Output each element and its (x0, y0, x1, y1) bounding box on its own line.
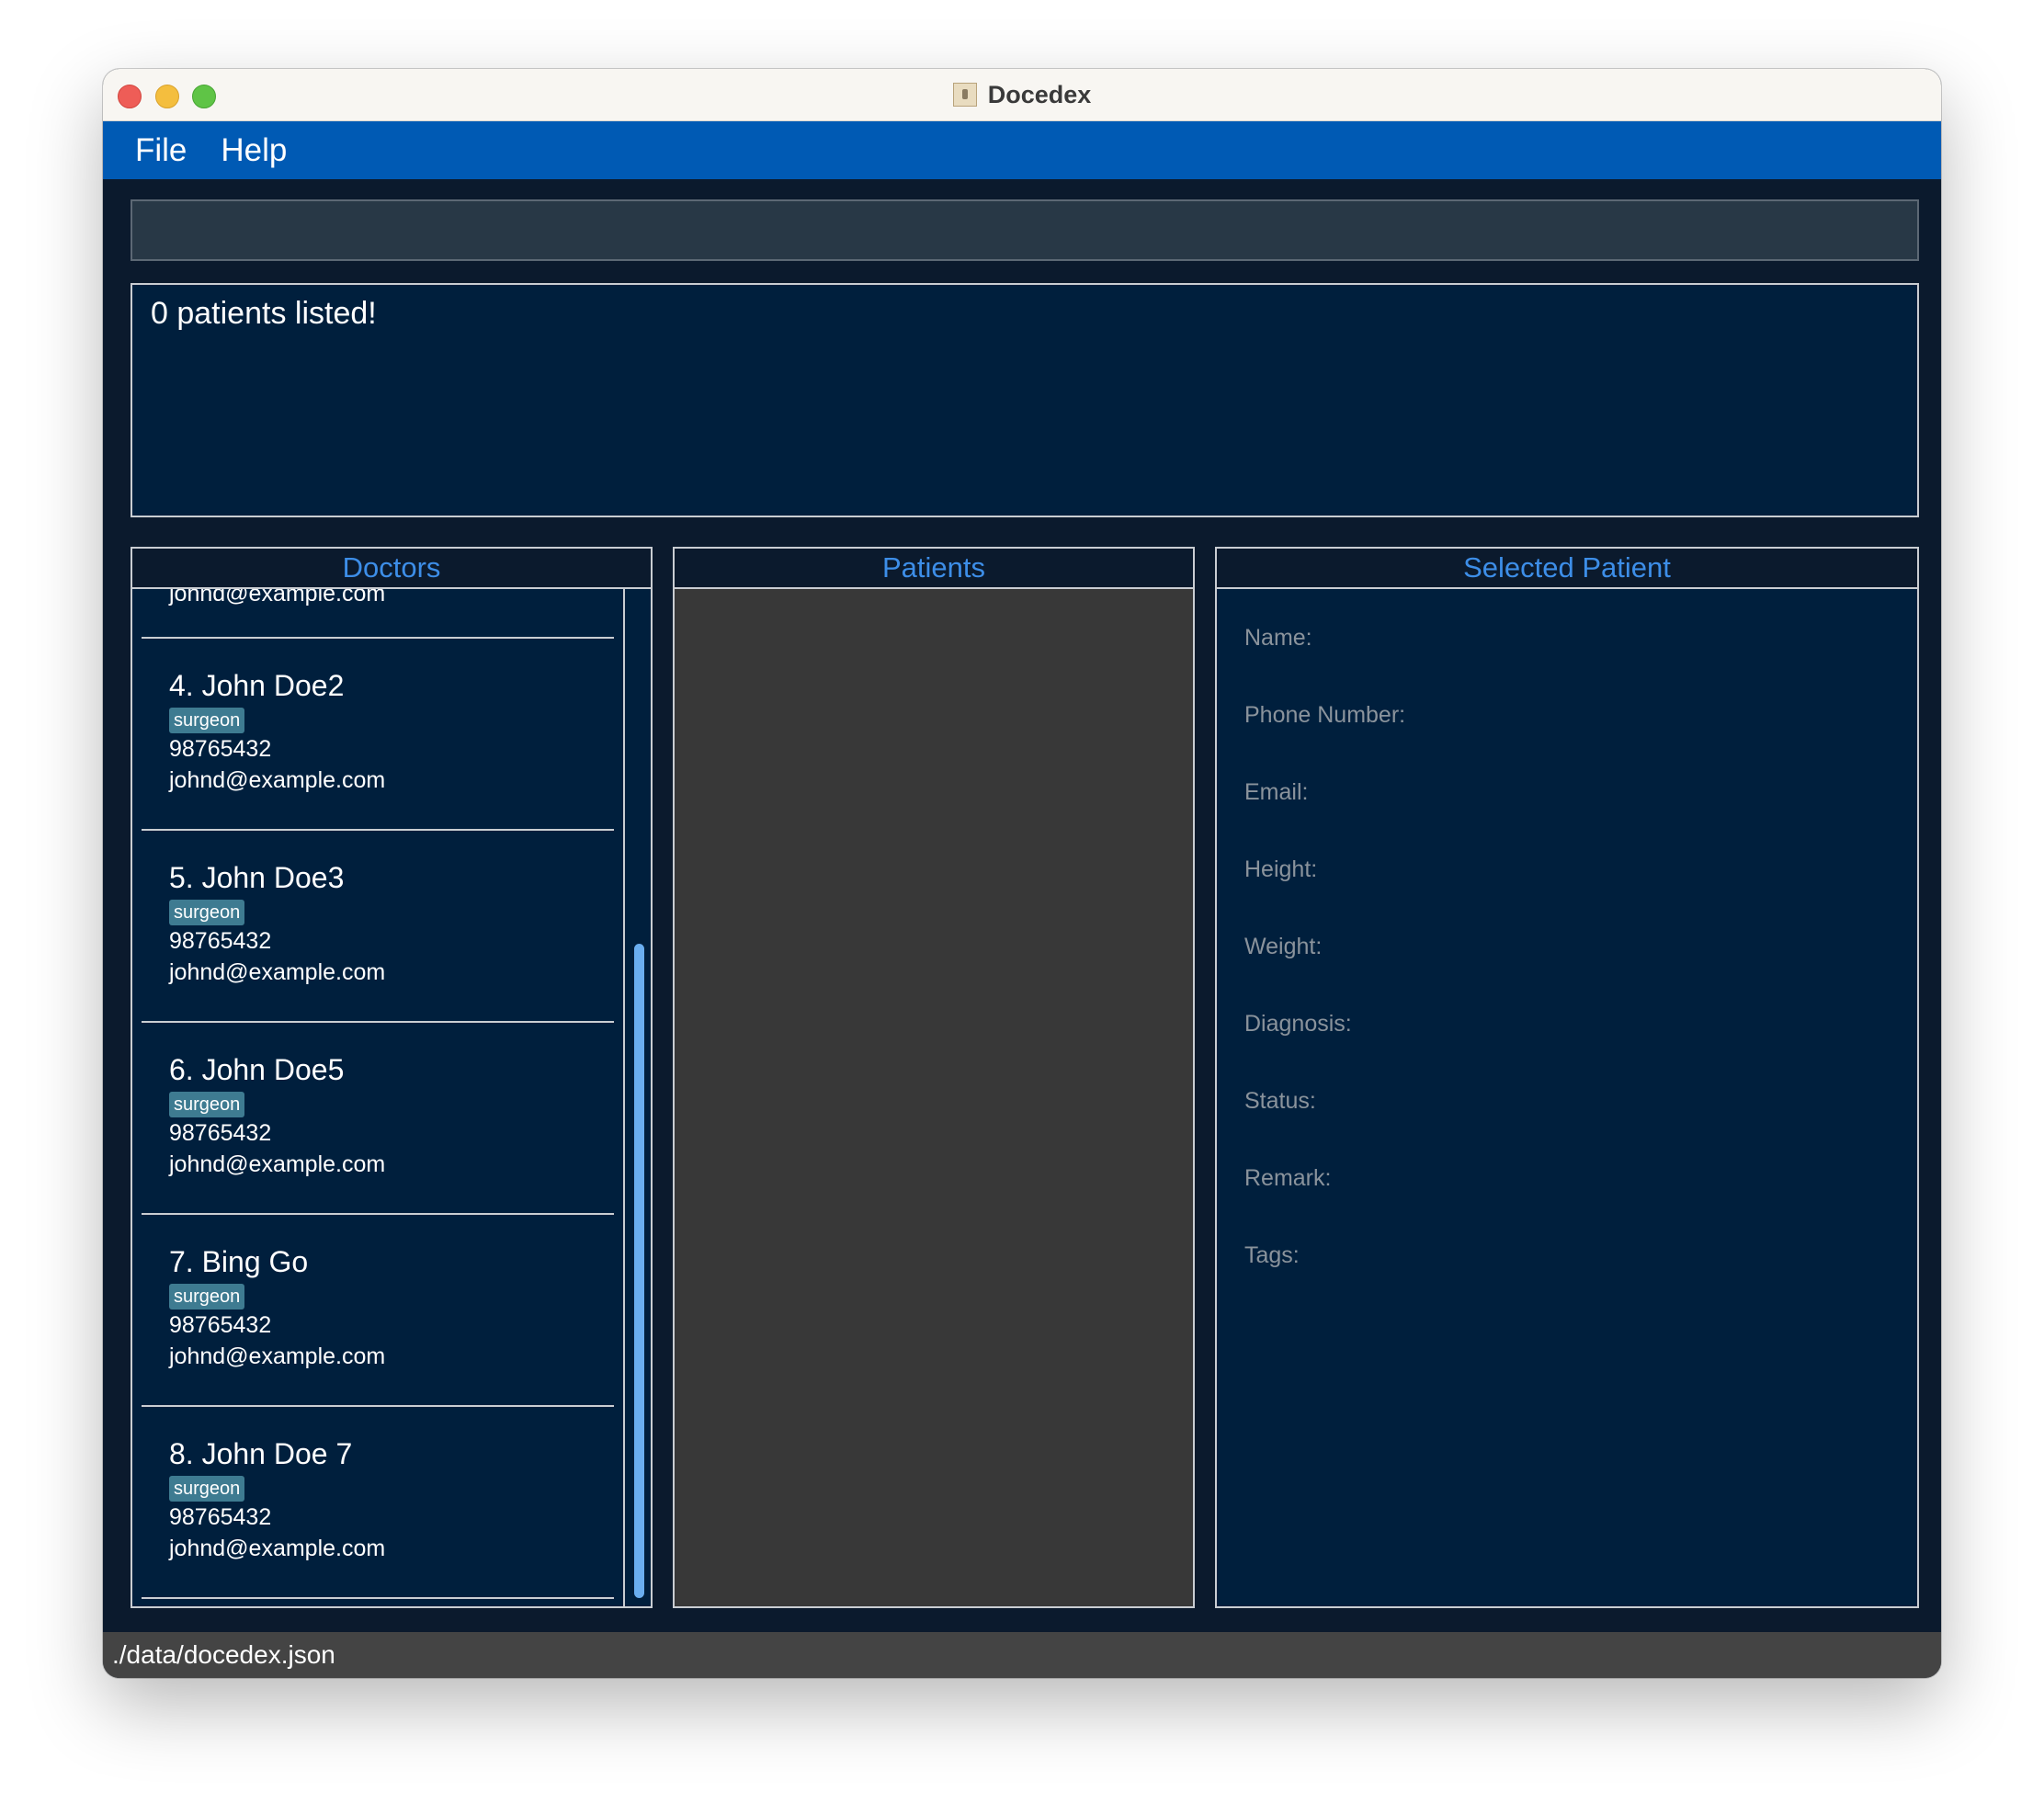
doctor-email: johnd@example.com (169, 767, 386, 793)
doctors-header: Doctors (132, 549, 651, 589)
result-message: 0 patients listed! (151, 296, 377, 331)
menu-help[interactable]: Help (221, 132, 287, 169)
doctor-tag: surgeon (169, 708, 245, 733)
main-content: 0 patients listed! Doctors johnd@example… (103, 179, 1941, 1632)
patient-name-label: Name: (1244, 625, 1312, 651)
doctor-phone: 98765432 (169, 1312, 272, 1338)
doctor-phone: 98765432 (169, 736, 272, 762)
doctor-name: 7. Bing Go (169, 1245, 309, 1278)
app-icon (952, 83, 977, 107)
doctor-name: 8. John Doe 7 (169, 1437, 353, 1470)
patients-header: Patients (675, 549, 1193, 589)
patient-remark-label: Remark: (1244, 1165, 1332, 1191)
menu-bar: File Help (103, 121, 1941, 179)
patient-diagnosis-label: Diagnosis: (1244, 1011, 1352, 1037)
selected-patient-body: Name: Phone Number: Email: Height: Weigh… (1217, 589, 1917, 1606)
doctor-card[interactable]: johnd@example.com (142, 589, 614, 639)
doctor-name: 4. John Doe2 (169, 669, 345, 702)
result-display: 0 patients listed! (131, 283, 1919, 517)
doctor-phone: 98765432 (169, 1120, 272, 1146)
patient-email-label: Email: (1244, 779, 1309, 805)
patient-status-label: Status: (1244, 1088, 1316, 1114)
selected-patient-header: Selected Patient (1217, 549, 1917, 589)
doctor-name: 5. John Doe3 (169, 861, 345, 894)
doctor-email: johnd@example.com (169, 959, 386, 985)
doctor-tag: surgeon (169, 900, 245, 925)
doctors-scrollbar-thumb[interactable] (634, 944, 644, 1598)
doctor-name: 6. John Doe5 (169, 1053, 345, 1086)
app-window: Docedex File Help 0 patients listed! Doc… (103, 69, 1941, 1678)
doctor-email: johnd@example.com (169, 1343, 386, 1369)
doctor-email: johnd@example.com (169, 589, 386, 607)
doctor-email: johnd@example.com (169, 1151, 386, 1177)
patients-list[interactable] (675, 589, 1193, 1606)
patient-height-label: Height: (1244, 856, 1318, 882)
doctor-card[interactable]: 7. Bing Go surgeon 98765432 johnd@exampl… (142, 1215, 614, 1407)
patient-weight-label: Weight: (1244, 934, 1323, 959)
menu-file[interactable]: File (135, 132, 187, 169)
doctor-card[interactable]: 4. John Doe2 surgeon 98765432 johnd@exam… (142, 639, 614, 831)
title-bar: Docedex (103, 69, 1941, 121)
doctor-card[interactable]: 6. John Doe5 surgeon 98765432 johnd@exam… (142, 1023, 614, 1215)
doctor-phone: 98765432 (169, 928, 272, 954)
doctors-list: johnd@example.com 4. John Doe2 surgeon 9… (132, 589, 619, 1606)
patients-panel: Patients (673, 547, 1195, 1608)
command-input[interactable] (131, 199, 1919, 261)
patient-tags-label: Tags: (1244, 1242, 1300, 1268)
doctor-card[interactable]: 5. John Doe3 surgeon 98765432 johnd@exam… (142, 831, 614, 1023)
doctors-panel: Doctors johnd@example.com 4. John Doe2 s… (131, 547, 653, 1608)
doctors-scrollbar[interactable] (623, 589, 651, 1606)
patient-field-list: Name: Phone Number: Email: Height: Weigh… (1244, 622, 1405, 1317)
save-file-path: ./data/docedex.json (112, 1640, 335, 1669)
doctors-list-body: johnd@example.com 4. John Doe2 surgeon 9… (132, 589, 651, 1606)
selected-patient-panel: Selected Patient Name: Phone Number: Ema… (1215, 547, 1919, 1608)
doctor-card[interactable]: 8. John Doe 7 surgeon 98765432 johnd@exa… (142, 1407, 614, 1599)
doctor-email: johnd@example.com (169, 1536, 386, 1561)
doctor-tag: surgeon (169, 1476, 245, 1502)
doctor-tag: surgeon (169, 1092, 245, 1117)
window-title-area: Docedex (103, 69, 1941, 120)
doctor-phone: 98765432 (169, 1504, 272, 1530)
status-bar: ./data/docedex.json (103, 1632, 1941, 1678)
doctors-list-content: johnd@example.com 4. John Doe2 surgeon 9… (142, 589, 614, 1599)
patient-phone-label: Phone Number: (1244, 702, 1406, 728)
window-title: Docedex (987, 80, 1092, 108)
doctor-tag: surgeon (169, 1284, 245, 1309)
